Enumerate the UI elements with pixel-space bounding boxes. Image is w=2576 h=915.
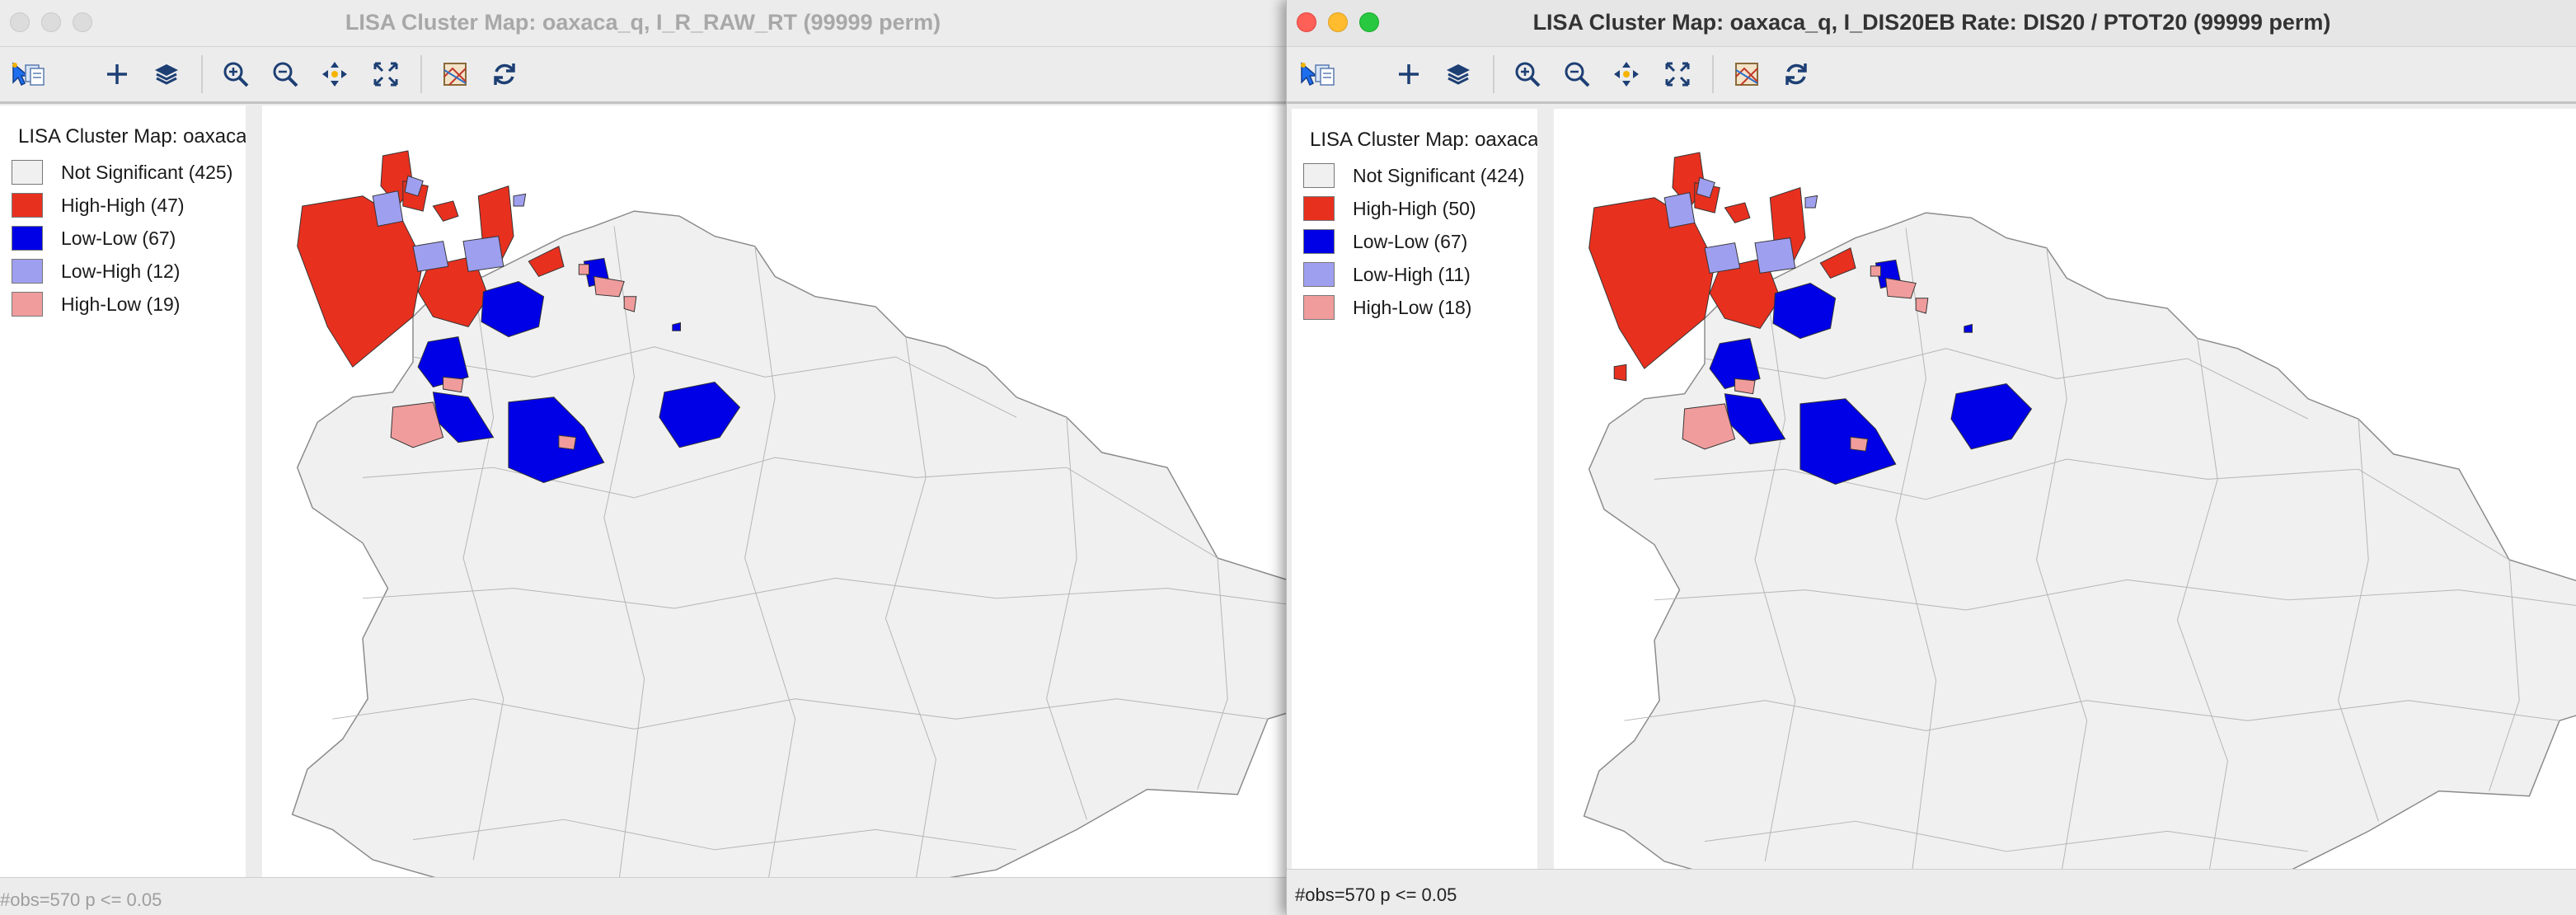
toolbar-separator: [420, 55, 422, 93]
refresh-icon[interactable]: [486, 56, 523, 92]
legend-label: Not Significant (424): [1353, 164, 1525, 186]
cluster-low-high-c[interactable]: [462, 236, 504, 272]
cluster-low-high-c[interactable]: [1754, 237, 1796, 274]
legend-label: Low-High (12): [61, 260, 181, 282]
cluster-high-low-c[interactable]: [1870, 265, 1881, 277]
legend-item-low-low[interactable]: Low-Low (67): [12, 224, 176, 252]
map-legend: LISA Cluster Map: oaxaca Not Significant…: [0, 106, 246, 877]
zoom-in-icon[interactable]: [218, 56, 254, 92]
legend-item-low-high[interactable]: Low-High (11): [1303, 260, 1471, 289]
cluster-map-window-raw-rate: LISA Cluster Map: oaxaca_q, I_R_RAW_RT (…: [0, 0, 1286, 915]
legend-item-high-low[interactable]: High-Low (18): [1303, 293, 1471, 321]
legend-swatch: [1303, 295, 1335, 320]
legend-label: High-Low (19): [61, 293, 181, 315]
layers-icon[interactable]: [1440, 56, 1476, 92]
pane-splitter[interactable]: [246, 106, 262, 877]
cluster-high-low-d[interactable]: [1850, 436, 1869, 452]
status-bar: #obs=570 p <= 0.05: [1287, 869, 2576, 915]
legend-item-not-significant[interactable]: Not Significant (424): [1303, 162, 1524, 190]
cluster-high-high-southwest[interactable]: [1613, 364, 1627, 382]
map-toolbar: [0, 47, 1286, 104]
cluster-map[interactable]: [1554, 109, 2576, 869]
legend-item-high-low[interactable]: High-Low (19): [12, 290, 180, 318]
legend-swatch: [12, 259, 43, 284]
window-title: LISA Cluster Map: oaxaca_q, I_R_RAW_RT (…: [345, 10, 941, 35]
cluster-low-high-b[interactable]: [1704, 242, 1741, 274]
cluster-low-high-b[interactable]: [412, 241, 449, 272]
cluster-high-high-northwest[interactable]: [1588, 197, 1715, 369]
cluster-high-low-a[interactable]: [1734, 378, 1756, 395]
legend-swatch: [12, 226, 43, 251]
toolbar-separator: [201, 55, 203, 93]
cluster-high-high-north-c[interactable]: [1724, 202, 1751, 223]
pan-icon[interactable]: [317, 56, 353, 92]
add-icon[interactable]: [99, 56, 135, 92]
cluster-high-low-c[interactable]: [578, 264, 589, 275]
legend-swatch: [1303, 262, 1335, 287]
map-toolbar: [1287, 47, 2576, 104]
cluster-low-high-e[interactable]: [513, 193, 527, 207]
map-legend: LISA Cluster Map: oaxaca Not Significant…: [1292, 109, 1538, 869]
legend-item-high-high[interactable]: High-High (47): [12, 191, 185, 219]
legend-swatch: [1303, 196, 1335, 221]
full-extent-icon[interactable]: [368, 56, 404, 92]
legend-swatch: [12, 292, 43, 317]
legend-label: High-High (47): [61, 194, 185, 216]
legend-swatch: [12, 160, 43, 185]
add-icon[interactable]: [1391, 56, 1427, 92]
refresh-icon[interactable]: [1778, 56, 1814, 92]
legend-label: High-Low (18): [1353, 296, 1472, 318]
zoom-out-icon[interactable]: [267, 56, 303, 92]
basemap-icon[interactable]: [437, 56, 473, 92]
zoom-out-icon[interactable]: [1559, 56, 1595, 92]
legend-swatch: [1303, 229, 1335, 254]
legend-item-high-high[interactable]: High-High (50): [1303, 195, 1476, 223]
cluster-high-low-a[interactable]: [443, 376, 464, 393]
cluster-map-window-eb-rate: LISA Cluster Map: oaxaca_q, I_DIS20EB Ra…: [1286, 0, 2576, 915]
legend-title: LISA Cluster Map: oaxaca: [18, 125, 246, 148]
cluster-map[interactable]: [262, 106, 1286, 877]
pan-icon[interactable]: [1608, 56, 1645, 92]
zoom-in-icon[interactable]: [1509, 56, 1546, 92]
cluster-high-low-d[interactable]: [558, 434, 577, 450]
window-title: LISA Cluster Map: oaxaca_q, I_DIS20EB Ra…: [1532, 10, 2331, 35]
legend-label: Not Significant (425): [61, 161, 233, 183]
legend-item-low-low[interactable]: Low-Low (67): [1303, 228, 1467, 256]
basemap-icon[interactable]: [1729, 56, 1765, 92]
pane-splitter[interactable]: [1537, 109, 1554, 869]
cluster-high-low-e[interactable]: [623, 296, 637, 312]
legend-label: Low-Low (67): [61, 227, 176, 249]
status-text: #obs=570 p <= 0.05: [1295, 884, 1457, 905]
title-bar[interactable]: LISA Cluster Map: oaxaca_q, I_R_RAW_RT (…: [0, 0, 1286, 47]
cluster-low-high-e[interactable]: [1804, 195, 1818, 209]
map-canvas[interactable]: [262, 106, 1286, 877]
cluster-high-high-north-c[interactable]: [432, 200, 459, 222]
full-extent-icon[interactable]: [1659, 56, 1696, 92]
legend-label: Low-High (11): [1353, 263, 1471, 285]
map-canvas[interactable]: [1554, 109, 2576, 869]
legend-label: Low-Low (67): [1353, 230, 1468, 252]
status-bar: #obs=570 p <= 0.05: [0, 877, 1286, 915]
status-text: #obs=570 p <= 0.05: [0, 889, 162, 910]
layers-icon[interactable]: [148, 56, 185, 92]
legend-item-low-high[interactable]: Low-High (12): [12, 257, 180, 285]
cluster-high-low-e[interactable]: [1915, 298, 1929, 314]
toolbar-separator: [1712, 55, 1714, 93]
cluster-low-high-a[interactable]: [1663, 192, 1696, 228]
cluster-low-high-a[interactable]: [372, 190, 404, 227]
copy-icon[interactable]: [1307, 56, 1343, 92]
legend-swatch: [12, 193, 43, 218]
legend-label: High-High (50): [1353, 197, 1476, 219]
title-bar[interactable]: LISA Cluster Map: oaxaca_q, I_DIS20EB Ra…: [1287, 0, 2576, 47]
legend-swatch: [1303, 163, 1335, 188]
toolbar-separator: [1493, 55, 1494, 93]
legend-title: LISA Cluster Map: oaxaca: [1310, 129, 1538, 151]
legend-item-not-significant[interactable]: Not Significant (425): [12, 158, 232, 186]
copy-icon[interactable]: [16, 56, 53, 92]
cluster-high-high-northwest[interactable]: [297, 195, 424, 368]
